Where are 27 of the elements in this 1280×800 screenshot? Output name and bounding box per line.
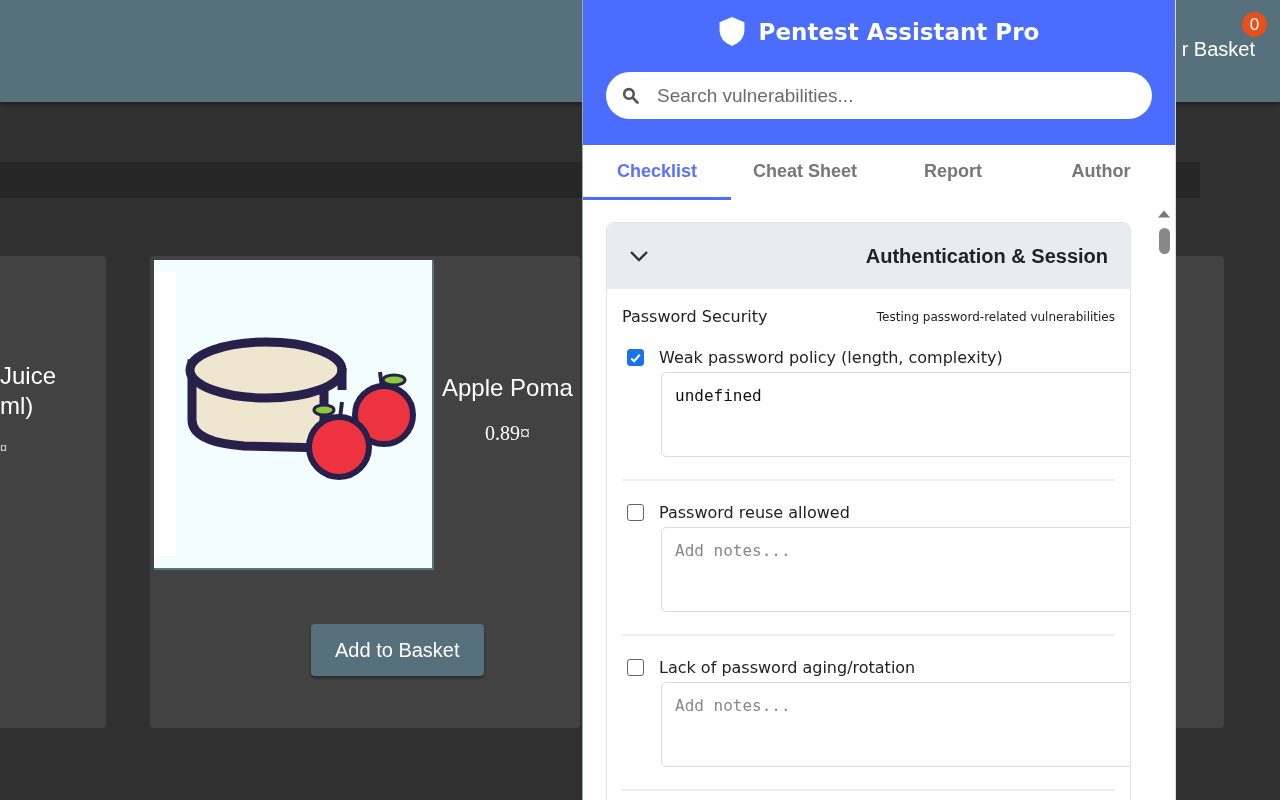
notes-field[interactable]: Add notes...	[661, 682, 1130, 767]
product-price: 0.89¤	[484, 422, 530, 445]
product-name: ml)	[0, 391, 35, 421]
product-price: ¤	[0, 441, 7, 457]
shield-icon	[718, 17, 745, 46]
scrollbar-thumb[interactable]	[1158, 228, 1170, 254]
checkbox[interactable]	[627, 659, 644, 676]
basket-count-badge: 0	[1242, 12, 1267, 37]
chevron-icon	[629, 250, 649, 262]
notes-field[interactable]: undefined	[661, 372, 1130, 457]
checklist-item-label: Password reuse allowed	[659, 503, 850, 522]
scroll-up-icon[interactable]	[1158, 210, 1170, 218]
product-name: Juice	[0, 361, 57, 391]
accordion-header[interactable]: Authentication & Session	[607, 223, 1130, 289]
checkbox[interactable]	[627, 504, 644, 521]
category-title: Authentication & Session	[865, 244, 1108, 268]
notes-field[interactable]: Add notes...	[661, 527, 1130, 612]
search-field[interactable]: Search vulnerabilities...	[606, 72, 1152, 119]
section-description: Testing password-related vulnerabilities	[876, 309, 1115, 324]
extension-title: Pentest Assistant Pro	[758, 18, 1040, 45]
section-title: Password Security	[622, 307, 768, 326]
basket-link[interactable]: r Basket	[1181, 38, 1255, 60]
product-name: Apple Poma	[442, 374, 573, 402]
checklist-item-label: Weak password policy (length, complexity)	[659, 348, 1003, 367]
add-to-basket-button[interactable]: Add to Basket	[311, 624, 484, 676]
checklist-item-label: Lack of password aging/rotation	[659, 658, 916, 677]
checkbox[interactable]	[627, 349, 644, 366]
